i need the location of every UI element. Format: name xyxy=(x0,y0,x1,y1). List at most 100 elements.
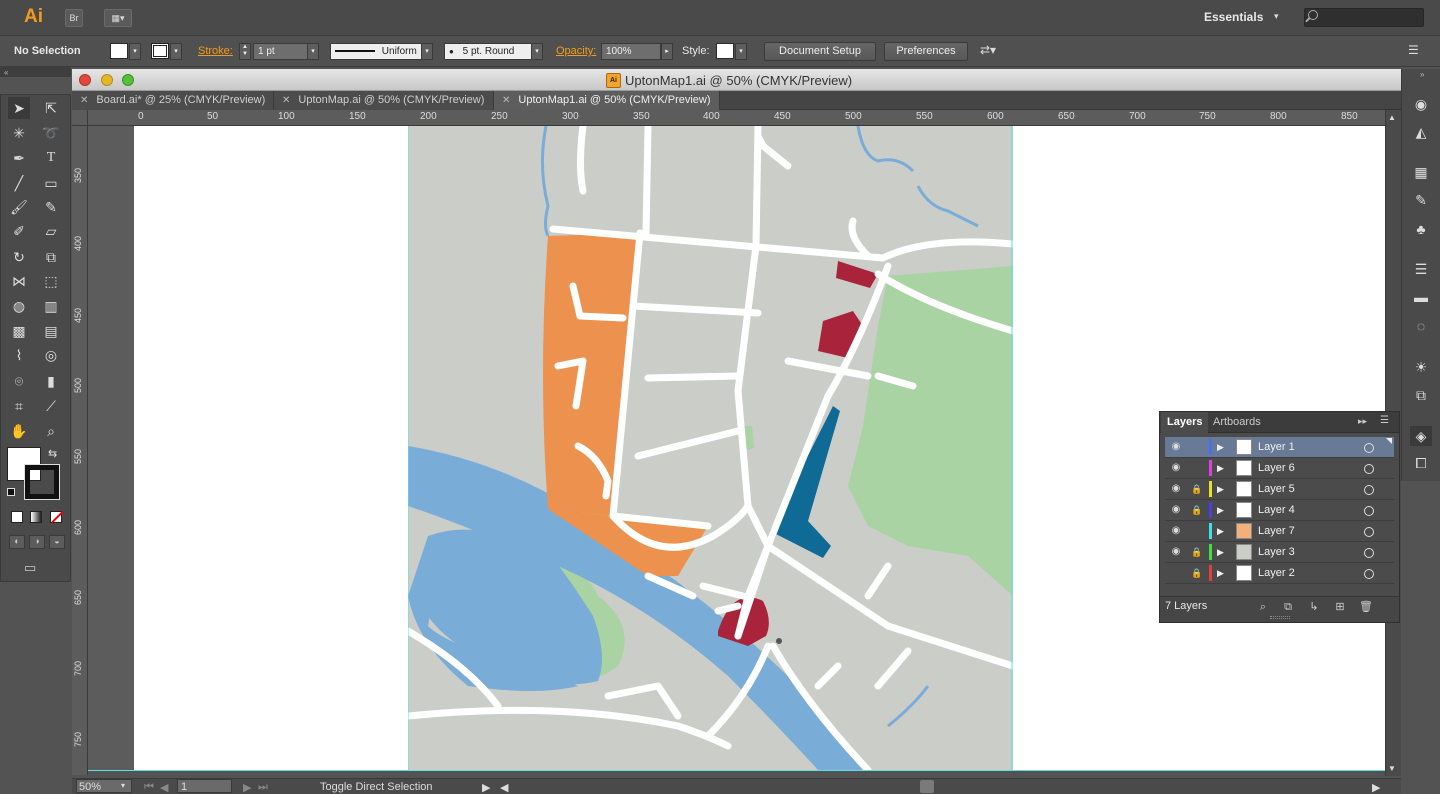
stroke-weight-stepper[interactable]: ▲ ▼ xyxy=(239,43,251,60)
gradient-tool-icon[interactable]: ▤ xyxy=(40,320,62,342)
layer-name[interactable]: Layer 7 xyxy=(1258,525,1295,537)
symbols-icon[interactable]: ♣ xyxy=(1410,219,1432,239)
visibility-eye-icon[interactable]: ◉ xyxy=(1170,462,1182,474)
close-tab-icon[interactable]: ✕ xyxy=(502,95,510,106)
lock-icon[interactable]: 🔒 xyxy=(1191,504,1203,516)
chevron-down-icon[interactable]: ▾ xyxy=(121,781,125,790)
visibility-eye-icon[interactable]: ◉ xyxy=(1170,525,1182,537)
zoom-tool-icon[interactable]: ⌕ xyxy=(40,420,62,442)
visibility-eye-icon[interactable]: ◉ xyxy=(1170,441,1182,453)
first-artboard-icon[interactable]: ⏮ xyxy=(144,781,154,794)
stroke-panel-icon[interactable]: ☰ xyxy=(1410,259,1432,279)
target-circle-icon[interactable] xyxy=(1364,485,1374,495)
blob-brush-tool-icon[interactable]: ✐ xyxy=(8,220,30,242)
width-tool-icon[interactable]: ⋈ xyxy=(8,270,30,292)
opacity-field[interactable]: 100% xyxy=(601,43,661,60)
visibility-eye-icon[interactable]: ◉ xyxy=(1170,504,1182,516)
close-tab-icon[interactable]: ✕ xyxy=(80,95,88,106)
mesh-tool-icon[interactable]: ▩ xyxy=(8,320,30,342)
swap-colors-icon[interactable]: ⇆ xyxy=(48,447,57,460)
lock-icon[interactable]: 🔒 xyxy=(1191,546,1203,558)
layers-panel-icon[interactable]: ◈ xyxy=(1410,426,1432,446)
clipping-mask-icon[interactable]: ⧉ xyxy=(1281,600,1295,614)
variable-width-profile[interactable]: Uniform xyxy=(330,43,422,60)
delete-layer-icon[interactable]: 🗑 xyxy=(1359,600,1373,614)
slice-tool-icon[interactable]: ⟋ xyxy=(40,395,62,417)
workspace-switcher[interactable]: Essentials xyxy=(1204,10,1263,24)
line-tool-icon[interactable]: ╱ xyxy=(8,172,30,194)
artboards-panel-icon[interactable]: ⧠ xyxy=(1410,453,1432,473)
opacity-dropdown[interactable]: ▸ xyxy=(661,43,673,60)
stroke-color-box[interactable] xyxy=(24,464,60,500)
column-graph-tool-icon[interactable]: ▮ xyxy=(40,370,62,392)
collapse-icon[interactable]: « xyxy=(4,68,8,77)
visibility-eye-icon[interactable]: ◉ xyxy=(1170,483,1182,495)
expand-layer-icon[interactable]: ▶ xyxy=(1217,504,1227,516)
fill-swatch[interactable] xyxy=(110,43,128,59)
minimize-window-button[interactable] xyxy=(101,74,113,86)
document-tab[interactable]: ✕ Board.ai* @ 25% (CMYK/Preview) xyxy=(72,91,274,110)
tools-panel-header[interactable] xyxy=(0,67,71,77)
stroke-weight-field[interactable]: 1 pt xyxy=(253,43,308,60)
graphic-style-swatch[interactable] xyxy=(716,43,734,59)
new-sublayer-icon[interactable]: ↳ xyxy=(1307,600,1321,614)
lock-icon[interactable]: 🔒 xyxy=(1191,567,1203,579)
draw-normal-icon[interactable]: ◐ xyxy=(9,535,25,549)
magic-wand-tool-icon[interactable]: ✳ xyxy=(8,122,30,144)
layer-name[interactable]: Layer 6 xyxy=(1258,462,1295,474)
help-search-input[interactable] xyxy=(1304,8,1424,27)
document-tab[interactable]: ✕ UptonMap.ai @ 50% (CMYK/Preview) xyxy=(274,91,494,110)
fill-dropdown[interactable]: ▾ xyxy=(129,43,141,60)
type-tool-icon[interactable]: T xyxy=(40,147,62,169)
expand-layer-icon[interactable]: ▶ xyxy=(1217,546,1227,558)
brush-dropdown[interactable]: ▾ xyxy=(531,43,543,60)
target-circle-icon[interactable] xyxy=(1364,443,1374,453)
upton-map-artwork[interactable] xyxy=(408,126,1013,770)
scroll-right-icon[interactable]: ▶ xyxy=(1372,781,1380,794)
free-transform-tool-icon[interactable]: ⬚ xyxy=(40,270,62,292)
rectangle-tool-icon[interactable]: ▭ xyxy=(40,172,62,194)
collapse-panel-icon[interactable]: ▸▸ xyxy=(1358,416,1367,427)
document-tab-active[interactable]: ✕ UptonMap1.ai @ 50% (CMYK/Preview) xyxy=(494,91,720,110)
opacity-label[interactable]: Opacity: xyxy=(556,45,596,57)
panel-resize-grip[interactable] xyxy=(1270,616,1290,619)
gradient-mode-icon[interactable] xyxy=(30,511,42,523)
horizontal-scroll-thumb[interactable] xyxy=(920,780,934,793)
target-circle-icon[interactable] xyxy=(1364,569,1374,579)
draw-inside-icon[interactable]: ◒ xyxy=(49,535,65,549)
lasso-tool-icon[interactable]: ➰ xyxy=(40,122,62,144)
locate-object-icon[interactable]: ⌕ xyxy=(1256,600,1270,614)
tab-layers[interactable]: Layers xyxy=(1161,412,1209,433)
next-artboard-icon[interactable]: ▶ xyxy=(243,781,251,794)
scroll-up-icon[interactable]: ▲ xyxy=(1388,113,1396,122)
layer-name[interactable]: Layer 4 xyxy=(1258,504,1295,516)
close-tab-icon[interactable]: ✕ xyxy=(282,95,290,106)
expand-layer-icon[interactable]: ▶ xyxy=(1217,567,1227,579)
layer-name[interactable]: Layer 3 xyxy=(1258,546,1295,558)
visibility-eye-icon[interactable]: ◉ xyxy=(1170,546,1182,558)
target-circle-icon[interactable] xyxy=(1364,548,1374,558)
artboard-tool-icon[interactable]: ⌗ xyxy=(8,395,30,417)
scroll-down-icon[interactable]: ▼ xyxy=(1388,764,1396,773)
zoom-window-button[interactable] xyxy=(122,74,134,86)
color-icon[interactable]: ◭ xyxy=(1410,122,1432,142)
graphic-styles-icon[interactable]: ⧉ xyxy=(1410,385,1432,405)
shape-builder-tool-icon[interactable]: ◍ xyxy=(8,295,30,317)
stroke-weight-dropdown[interactable]: ▾ xyxy=(307,43,319,60)
preferences-button[interactable]: Preferences xyxy=(884,42,968,61)
previous-artboard-icon[interactable]: ◀ xyxy=(160,781,168,794)
transparency-icon[interactable]: ◌ xyxy=(1410,316,1432,336)
ruler-origin[interactable] xyxy=(72,110,88,126)
pen-tool-icon[interactable]: ✒ xyxy=(8,147,30,169)
target-circle-icon[interactable] xyxy=(1364,506,1374,516)
status-menu-icon[interactable]: ▶ xyxy=(482,781,490,794)
eraser-tool-icon[interactable]: ▱ xyxy=(40,220,62,242)
layer-name[interactable]: Layer 1 xyxy=(1258,441,1295,453)
none-mode-icon[interactable] xyxy=(50,510,64,524)
expand-panels-icon[interactable]: » xyxy=(1420,70,1424,79)
eyedropper-tool-icon[interactable]: ⌇ xyxy=(8,344,30,366)
blend-tool-icon[interactable]: ◎ xyxy=(40,344,62,366)
panel-menu-icon[interactable]: ☰ xyxy=(1380,415,1389,426)
layer-name[interactable]: Layer 5 xyxy=(1258,483,1295,495)
color-guide-icon[interactable]: ◉ xyxy=(1410,94,1432,114)
